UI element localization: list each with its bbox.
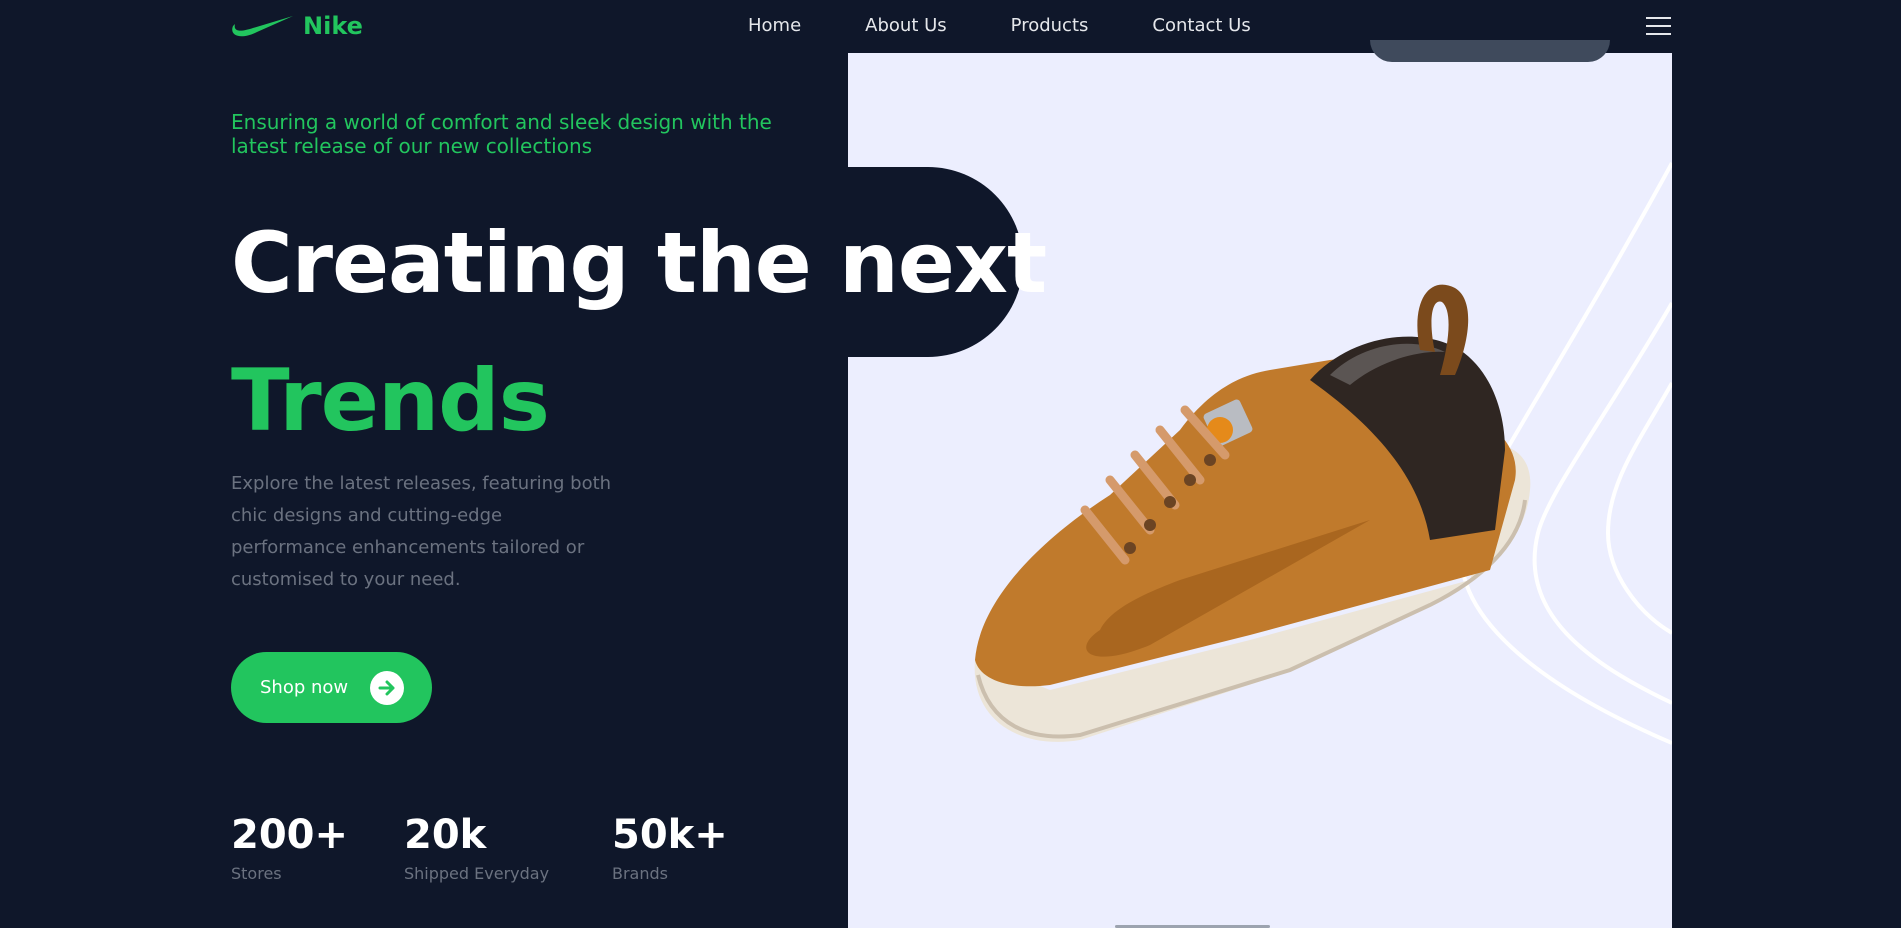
hero-description: Explore the latest releases, featuring b… <box>231 473 612 590</box>
shop-now-button[interactable]: Shop now <box>231 652 432 723</box>
stat-label: Stores <box>231 864 282 883</box>
nav-link-contact-us[interactable]: Contact Us <box>1152 14 1250 38</box>
stat-value: 20k <box>404 812 487 858</box>
nav-link-about-us[interactable]: About Us <box>865 14 947 38</box>
brand-logo[interactable]: Nike <box>231 12 363 40</box>
hero-headline: Creating the next <box>231 214 1047 312</box>
sneaker-image <box>974 284 1531 742</box>
nav-link-products[interactable]: Products <box>1011 14 1089 38</box>
menu-line <box>1646 33 1671 35</box>
menu-line <box>1646 25 1671 27</box>
nav-link-home[interactable]: Home <box>748 14 801 38</box>
shop-now-label: Shop now <box>260 677 349 698</box>
nav-links: Home About Us Products Contact Us <box>748 14 1251 38</box>
arrow-right-icon <box>370 671 404 705</box>
nike-swoosh-icon <box>232 16 293 37</box>
top-navbar: Nike Home About Us Products Contact Us <box>0 0 1901 53</box>
stat-value: 50k+ <box>612 812 728 858</box>
stat-value: 200+ <box>231 812 349 858</box>
stat-brands: 50k+ Brands <box>612 810 728 884</box>
brand-name: Nike <box>303 12 363 40</box>
hamburger-menu-icon[interactable] <box>1646 17 1671 37</box>
stat-shipped: 20k Shipped Everyday <box>404 810 549 884</box>
hero-headline-accent: Trends <box>231 351 550 451</box>
hero-tagline: Ensuring a world of comfort and sleek de… <box>231 110 772 158</box>
stat-label: Shipped Everyday <box>404 864 550 883</box>
stat-stores: 200+ Stores <box>231 810 348 884</box>
menu-line <box>1646 17 1671 19</box>
stat-label: Brands <box>612 864 668 883</box>
